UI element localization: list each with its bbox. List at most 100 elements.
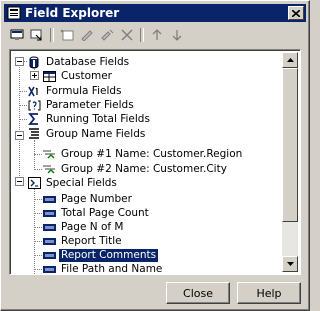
tree-connector (34, 184, 35, 274)
tree-item-page-n-of-m[interactable]: Page N of M (42, 220, 125, 234)
close-button[interactable]: Close (166, 282, 230, 304)
collapse-special-fields[interactable] (15, 177, 24, 186)
arrow-up-icon (286, 58, 294, 62)
arrow-down-icon (286, 262, 294, 266)
table-icon (42, 70, 56, 83)
tree-item-formula-fields[interactable]: Formula Fields (27, 84, 124, 98)
new-icon (60, 29, 74, 41)
tree-item-group-name-fields[interactable]: Group Name Fields (27, 127, 147, 141)
tree-connector (19, 91, 27, 92)
parameter-icon (27, 99, 41, 112)
tree-item-special-fields[interactable]: Special Fields (27, 176, 119, 190)
tree-item-page-number[interactable]: Page Number (42, 192, 134, 206)
tree-item-label-selected: Report Comments (57, 247, 160, 263)
rename-icon (101, 29, 114, 41)
minus-icon (17, 181, 22, 182)
tree-connector (34, 255, 42, 256)
edit-button[interactable] (77, 26, 97, 44)
tree-connector (34, 199, 42, 200)
tree-connector (34, 227, 42, 228)
window-title: Field Explorer (25, 6, 120, 20)
tree-item-label: Page Number (61, 192, 132, 205)
minus-icon (17, 135, 22, 136)
vertical-scrollbar[interactable] (282, 52, 298, 272)
browse-button[interactable] (7, 26, 27, 44)
tree-item-label: Database Fields (46, 55, 130, 68)
field-icon (42, 207, 56, 220)
field-icon (42, 193, 56, 206)
group-icon (27, 128, 41, 141)
sigma-icon (27, 113, 41, 126)
tree-connector (19, 119, 27, 120)
tree-content: Database Fields Customer Formula Fields … (12, 52, 284, 274)
scroll-up-button[interactable] (282, 52, 298, 68)
tree-connector (34, 241, 42, 242)
move-down-button[interactable] (167, 26, 187, 44)
close-window-button[interactable] (288, 6, 304, 20)
toolbar-separator (50, 28, 54, 42)
tree-item-label: Special Fields (46, 176, 117, 189)
tree-item-group-1[interactable]: Group #1 Name: Customer.Region (42, 147, 244, 161)
help-button[interactable]: Help (237, 282, 301, 304)
close-icon (292, 9, 300, 17)
tree-item-label: Total Page Count (61, 206, 149, 219)
tree-item-database-fields[interactable]: Database Fields (27, 55, 131, 69)
insert-button[interactable] (27, 26, 47, 44)
tree-item-label: Customer (61, 69, 113, 82)
tree-connector (19, 64, 20, 186)
delete-icon (121, 29, 133, 41)
group-field-icon (42, 163, 56, 176)
expand-customer[interactable] (30, 71, 39, 80)
toolbar (7, 26, 187, 44)
tree-item-label: Group #1 Name: Customer.Region (61, 147, 243, 160)
tree-item-customer[interactable]: Customer (42, 69, 114, 83)
tree-item-label: File Path and Name (61, 262, 163, 275)
tree-item-parameter-fields[interactable]: Parameter Fields (27, 98, 136, 112)
rename-button[interactable] (97, 26, 117, 44)
scroll-thumb[interactable] (282, 68, 298, 222)
special-fields-icon (27, 177, 41, 190)
tree-item-label: Page N of M (61, 220, 124, 233)
tree-item-running-total-fields[interactable]: Running Total Fields (27, 112, 152, 126)
move-up-button[interactable] (147, 26, 167, 44)
field-explorer-app-icon (7, 6, 21, 20)
tree-connector (34, 154, 42, 155)
collapse-group-name-fields[interactable] (15, 131, 24, 140)
plus-icon (32, 73, 37, 78)
tree-connector (34, 213, 42, 214)
field-icon (42, 221, 56, 234)
tree-connector (19, 105, 27, 106)
scroll-down-button[interactable] (282, 256, 298, 272)
delete-button[interactable] (117, 26, 137, 44)
field-explorer-window: Field Explorer Database Fields Customer … (0, 0, 310, 311)
tree-item-file-path-and-name[interactable]: File Path and Name (42, 262, 164, 274)
tree-connector (34, 140, 35, 170)
group-field-icon (42, 148, 56, 161)
database-icon (27, 56, 41, 69)
tree-item-label: Group #2 Name: Customer.City (61, 162, 227, 175)
title-bar[interactable]: Field Explorer (4, 4, 306, 22)
formula-icon (27, 85, 41, 98)
edit-icon (81, 30, 93, 41)
tree-item-group-2[interactable]: Group #2 Name: Customer.City (42, 162, 229, 176)
field-icon (42, 263, 56, 275)
tree-item-label: Report Title (61, 234, 122, 247)
collapse-database-fields[interactable] (15, 57, 24, 66)
tree-item-label: Group Name Fields (46, 127, 146, 140)
tree-item-label: Formula Fields (46, 84, 122, 97)
field-icon (42, 235, 56, 248)
insert-icon (30, 29, 42, 41)
tree-item-total-page-count[interactable]: Total Page Count (42, 206, 151, 220)
tree-item-label: Running Total Fields (46, 112, 150, 125)
tree-item-label: Parameter Fields (46, 98, 134, 111)
tree-connector (34, 169, 42, 170)
move-up-icon (152, 29, 162, 40)
new-button[interactable] (57, 26, 77, 44)
tree-item-report-comments[interactable]: Report Comments (42, 247, 160, 263)
field-tree-view[interactable]: Database Fields Customer Formula Fields … (9, 49, 301, 275)
field-icon (42, 249, 56, 262)
tree-item-report-title[interactable]: Report Title (42, 234, 124, 248)
minus-icon (17, 61, 22, 62)
tree-connector (34, 269, 42, 270)
toolbar-separator (140, 28, 144, 42)
